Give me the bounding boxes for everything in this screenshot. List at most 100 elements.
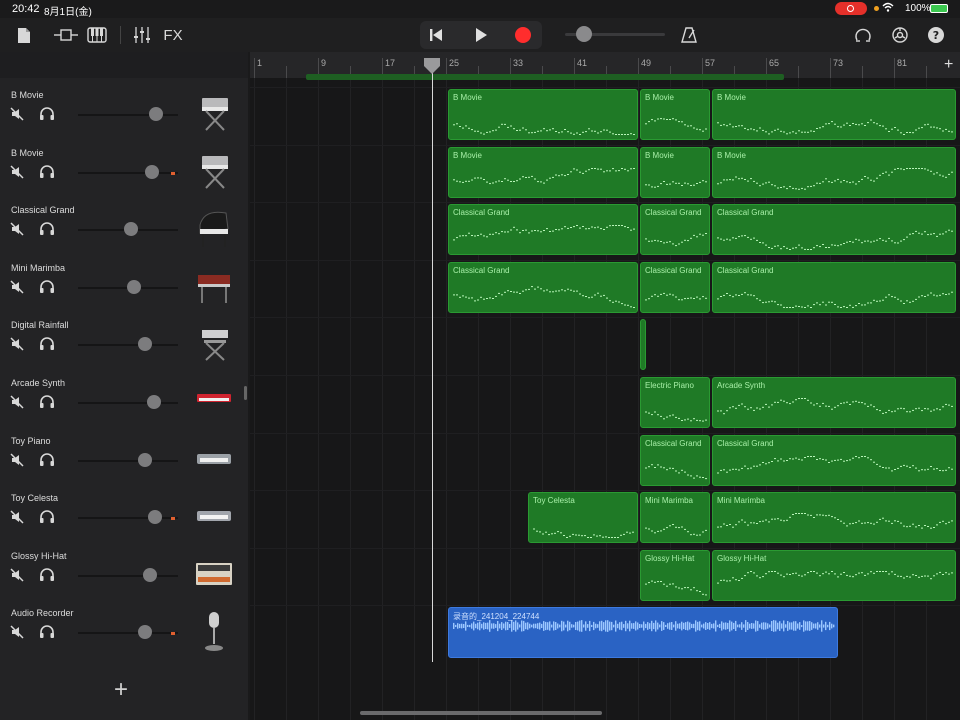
browser-view-icon[interactable] <box>52 24 80 46</box>
solo-headphones-icon[interactable] <box>39 395 55 409</box>
mute-speaker-icon[interactable] <box>10 222 24 236</box>
go-to-beginning-icon[interactable] <box>428 27 444 43</box>
volume-fader-knob[interactable] <box>145 164 159 179</box>
mute-speaker-icon[interactable] <box>10 395 24 409</box>
synth-stand-icon[interactable] <box>194 322 234 366</box>
solo-headphones-icon[interactable] <box>39 568 55 582</box>
midi-region[interactable]: Glossy Hi-Hat <box>640 549 710 601</box>
toy-piano-icon[interactable] <box>194 438 234 482</box>
master-volume-knob[interactable] <box>576 26 592 42</box>
midi-region[interactable] <box>640 319 646 371</box>
track-header[interactable]: Mini Marimba <box>0 259 248 316</box>
volume-fader-knob[interactable] <box>127 279 141 294</box>
midi-region[interactable]: Toy Celesta <box>528 492 638 544</box>
marimba-icon[interactable] <box>194 265 234 309</box>
help-icon[interactable]: ? <box>926 24 946 46</box>
solo-headphones-icon[interactable] <box>39 625 55 639</box>
midi-region[interactable]: Electric Piano <box>640 377 710 428</box>
solo-headphones-icon[interactable] <box>39 222 55 236</box>
playhead-handle[interactable] <box>423 57 441 75</box>
tracks-area[interactable]: B Movie B Movie B Movie B Movie B Movie … <box>250 78 960 720</box>
fx-button[interactable]: FX <box>162 24 184 46</box>
midi-region[interactable]: Classical Grand <box>712 204 956 256</box>
midi-region[interactable]: Classical Grand <box>448 261 638 313</box>
red-keyboard-icon[interactable] <box>194 380 234 424</box>
midi-region[interactable]: B Movie <box>448 89 638 140</box>
metronome-icon[interactable] <box>678 24 700 46</box>
midi-region[interactable]: B Movie <box>448 146 638 198</box>
midi-region[interactable]: Glossy Hi-Hat <box>712 549 956 601</box>
mute-speaker-icon[interactable] <box>10 510 24 524</box>
solo-headphones-icon[interactable] <box>39 280 55 294</box>
play-icon[interactable] <box>472 26 490 44</box>
mute-speaker-icon[interactable] <box>10 568 24 582</box>
volume-fader-knob[interactable] <box>147 395 161 409</box>
volume-fader[interactable] <box>78 171 178 174</box>
mixer-icon[interactable] <box>132 24 152 46</box>
track-header[interactable]: Glossy Hi-Hat <box>0 547 248 604</box>
drum-machine-icon[interactable] <box>194 553 234 597</box>
midi-region[interactable]: Classical Grand <box>712 261 956 313</box>
microphone-icon[interactable] <box>194 610 234 654</box>
mute-speaker-icon[interactable] <box>10 165 24 179</box>
mute-speaker-icon[interactable] <box>10 280 24 294</box>
volume-fader[interactable] <box>78 517 178 520</box>
volume-fader[interactable] <box>78 344 178 347</box>
settings-gear-icon[interactable] <box>889 24 911 46</box>
volume-fader-knob[interactable] <box>149 107 163 121</box>
solo-headphones-icon[interactable] <box>39 164 55 179</box>
volume-fader-knob[interactable] <box>124 222 138 237</box>
playhead[interactable] <box>432 60 433 662</box>
grand-piano-icon[interactable] <box>194 207 234 251</box>
mute-speaker-icon[interactable] <box>10 453 24 467</box>
track-header[interactable]: Classical Grand <box>0 201 248 258</box>
volume-fader-knob[interactable] <box>148 510 162 525</box>
mute-speaker-icon[interactable] <box>10 625 24 639</box>
volume-fader-knob[interactable] <box>143 567 157 582</box>
midi-region[interactable]: Classical Grand <box>640 434 710 486</box>
keyboard-icon[interactable] <box>86 24 108 46</box>
volume-fader[interactable] <box>78 574 178 577</box>
loop-browser-icon[interactable] <box>852 24 874 46</box>
celesta-icon[interactable] <box>194 495 234 539</box>
track-header[interactable]: Toy Celesta <box>0 489 248 546</box>
volume-fader[interactable] <box>78 632 178 635</box>
volume-fader-knob[interactable] <box>138 452 152 467</box>
my-songs-icon[interactable] <box>14 24 34 46</box>
track-header[interactable]: Audio Recorder <box>0 604 248 661</box>
midi-region[interactable]: Classical Grand <box>712 434 956 486</box>
mute-speaker-icon[interactable] <box>10 337 24 351</box>
screen-recording-indicator[interactable] <box>835 2 867 15</box>
audio-region[interactable]: 录音的_241204_224744 <box>448 607 838 659</box>
track-header[interactable]: B Movie <box>0 86 248 143</box>
keyboard-stand-icon[interactable] <box>194 150 234 194</box>
volume-fader[interactable] <box>78 114 178 116</box>
mute-speaker-icon[interactable] <box>10 107 24 121</box>
midi-region[interactable]: Mini Marimba <box>712 492 956 544</box>
solo-headphones-icon[interactable] <box>39 337 55 351</box>
solo-headphones-icon[interactable] <box>39 452 55 467</box>
solo-headphones-icon[interactable] <box>39 510 55 524</box>
panel-resize-handle[interactable] <box>244 386 247 400</box>
volume-fader-knob[interactable] <box>138 337 152 352</box>
add-section-button[interactable]: + <box>944 56 953 74</box>
volume-fader-knob[interactable] <box>138 625 152 640</box>
track-header[interactable]: Digital Rainfall <box>0 316 248 373</box>
volume-fader[interactable] <box>78 459 178 462</box>
midi-region[interactable]: B Movie <box>640 146 710 198</box>
midi-region[interactable]: Classical Grand <box>640 204 710 256</box>
midi-region[interactable]: Arcade Synth <box>712 377 956 428</box>
midi-region[interactable]: Mini Marimba <box>640 492 710 544</box>
midi-region[interactable]: Classical Grand <box>640 261 710 313</box>
midi-region[interactable]: B Movie <box>712 89 956 140</box>
midi-region[interactable]: B Movie <box>712 146 956 198</box>
keyboard-stand-icon[interactable] <box>194 92 234 136</box>
cycle-region[interactable] <box>306 74 784 80</box>
record-button[interactable] <box>515 27 531 43</box>
midi-region[interactable]: B Movie <box>640 89 710 140</box>
track-header[interactable]: Arcade Synth <box>0 374 248 431</box>
track-header[interactable]: B Movie <box>0 144 248 201</box>
home-indicator[interactable] <box>360 711 602 715</box>
add-track-button[interactable]: + <box>114 676 128 704</box>
volume-fader[interactable] <box>78 402 178 404</box>
